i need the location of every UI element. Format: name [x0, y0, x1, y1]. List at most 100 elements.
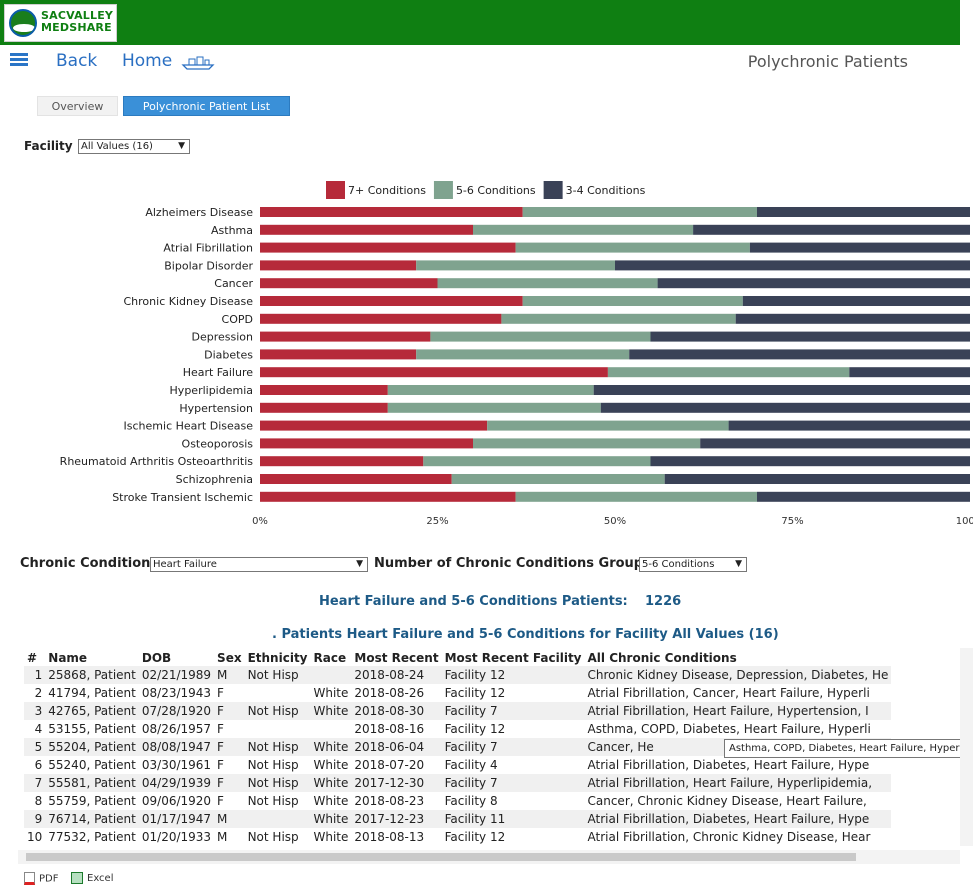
- bar-segment-0: [260, 224, 473, 235]
- table-cell: Chronic Kidney Disease, Depression, Diab…: [584, 666, 892, 684]
- export-excel-label: Excel: [87, 873, 114, 884]
- bar-segment-2: [700, 438, 970, 449]
- table-cell: Facility 12: [444, 686, 506, 700]
- table-row[interactable]: 1 25868, Patient 02/21/1989 M Not Hisp 2018-0…: [24, 666, 892, 684]
- table-cell: 55759, Patient: [48, 794, 136, 808]
- bar-segment-1: [473, 438, 701, 449]
- table-row[interactable]: 3 42765, Patient 07/28/1920 F Not Hisp White 2…: [24, 702, 892, 720]
- bar-segment-0: [260, 313, 502, 324]
- chronic-condition-select[interactable]: Heart Failure ▼: [150, 557, 368, 572]
- conditions-group-label: Number of Chronic Conditions Group: [374, 556, 644, 571]
- conditions-group-value: 5-6 Conditions: [642, 559, 715, 570]
- nav-bar: Back Home Polychronic Patients: [0, 45, 960, 77]
- table-cell: White: [313, 830, 349, 844]
- export-pdf-link[interactable]: PDF: [24, 872, 58, 885]
- legend-label-2: 3-4 Conditions: [566, 184, 646, 197]
- table-cell: 41794, Patient: [48, 686, 136, 700]
- category-label: Hyperlipidemia: [170, 384, 253, 397]
- bar-segment-2: [757, 491, 970, 502]
- hamburger-menu-icon[interactable]: [10, 53, 28, 67]
- table-cell: 9: [24, 810, 46, 828]
- table-cell: M: [214, 810, 245, 828]
- export-excel-link[interactable]: Excel: [71, 872, 114, 884]
- category-label: COPD: [222, 313, 253, 326]
- table-row[interactable]: 10 77532, Patient 01/20/1933 M Not Hisp White…: [24, 828, 891, 846]
- table-cell: 55240, Patient: [48, 758, 136, 772]
- tab-polychronic-patient-list[interactable]: Polychronic Patient List: [123, 96, 290, 116]
- table-row[interactable]: 2 41794, Patient 08/23/1943 F White 2018-08-2…: [24, 684, 891, 702]
- table-title: . Patients Heart Failure and 5-6 Conditi…: [272, 627, 779, 642]
- stacked-bar-chart: 7+ Conditions 5-6 Conditions 3-4 Condition…: [60, 181, 973, 527]
- table-row[interactable]: 4 53155, Patient 08/26/1957 F 2018-08-16 Faci…: [24, 720, 891, 738]
- table-cell: Not Hisp: [247, 794, 299, 808]
- table-cell: Facility 12: [441, 666, 585, 684]
- table-cell: 03/30/1961: [141, 758, 212, 772]
- category-label: Alzheimers Disease: [145, 206, 253, 219]
- dropdown-arrow-icon: ▼: [178, 141, 185, 151]
- table-cell: White: [313, 794, 349, 808]
- table-cell: White: [310, 810, 352, 828]
- table-cell: Facility 7: [441, 774, 585, 792]
- bar-segment-2: [629, 349, 970, 360]
- column-header[interactable]: Most Recent Facility: [442, 650, 585, 666]
- column-header[interactable]: #: [24, 650, 45, 666]
- table-cell: Atrial Fibrillation, Diabetes, Heart Fai…: [587, 758, 870, 772]
- bar-segment-2: [600, 402, 970, 413]
- table-cell: 08/23/1943: [141, 686, 212, 700]
- table-cell: 7: [24, 774, 46, 792]
- table-cell: 2017-12-23: [351, 810, 442, 828]
- back-link[interactable]: Back: [56, 51, 97, 71]
- table-cell: 5: [24, 738, 46, 756]
- column-header[interactable]: Name: [45, 650, 139, 666]
- table-cell: Atrial Fibrillation, Diabetes, Heart Fai…: [584, 810, 892, 828]
- table-cell: F: [217, 722, 224, 736]
- sacvalley-logo[interactable]: SACVALLEY MEDSHARE: [4, 4, 117, 42]
- table-cell: Facility 12: [444, 722, 506, 736]
- chronic-condition-label: Chronic Condition: [20, 556, 151, 571]
- table-cell: Facility 4: [444, 758, 498, 772]
- table-cell: 2018-08-23: [354, 794, 425, 808]
- table-cell: 10: [27, 830, 43, 844]
- scrollbar-thumb[interactable]: [26, 853, 856, 861]
- table-row[interactable]: 7 55581, Patient 04/29/1939 F Not Hisp White 2…: [24, 774, 892, 792]
- category-label: Heart Failure: [183, 366, 254, 379]
- table-cell: [245, 720, 311, 738]
- table-cell: 55581, Patient: [45, 774, 139, 792]
- category-label: Stroke Transient Ischemic: [112, 491, 253, 504]
- bar-segment-2: [757, 207, 970, 217]
- table-vertical-scrollbar[interactable]: [960, 648, 973, 846]
- home-link[interactable]: Home: [122, 51, 172, 71]
- table-cell: M: [217, 830, 228, 844]
- table-cell: Atrial Fibrillation, Heart Failure, Hype…: [584, 702, 892, 720]
- table-cell: White: [313, 758, 349, 772]
- table-cell: F: [214, 774, 245, 792]
- table-cell: 2: [34, 686, 43, 700]
- table-cell: Not Hisp: [244, 666, 311, 684]
- category-label: Diabetes: [204, 348, 253, 361]
- facility-select[interactable]: All Values (16) ▼: [78, 139, 190, 154]
- table-row[interactable]: 9 76714, Patient 01/17/1947 M White 2017-12-2…: [24, 810, 892, 828]
- table-cell: White: [313, 686, 349, 700]
- bar-segment-2: [657, 278, 970, 289]
- conditions-group-select[interactable]: 5-6 Conditions ▼: [639, 557, 747, 572]
- bar-segment-1: [430, 331, 651, 342]
- table-cell: Atrial Fibrillation, Chronic Kidney Dise…: [587, 830, 871, 844]
- excel-icon: [71, 872, 83, 884]
- column-header[interactable]: Race: [311, 650, 352, 666]
- table-cell: Asthma, COPD, Diabetes, Heart Failure, H…: [587, 722, 871, 736]
- ship-icon[interactable]: [181, 54, 215, 70]
- column-header[interactable]: DOB: [139, 650, 214, 666]
- table-horizontal-scrollbar[interactable]: [18, 850, 960, 864]
- column-header[interactable]: All Chronic Conditions: [585, 650, 892, 666]
- bar-segment-0: [260, 296, 523, 306]
- table-cell: F: [214, 738, 245, 756]
- tab-overview[interactable]: Overview: [37, 96, 118, 116]
- column-header[interactable]: Most Recent: [351, 650, 441, 666]
- bar-segment-2: [664, 474, 970, 484]
- table-row[interactable]: 8 55759, Patient 09/06/1920 F Not Hisp White 2…: [24, 792, 891, 810]
- table-cell: 8: [34, 794, 43, 808]
- column-header[interactable]: Sex: [214, 650, 245, 666]
- bar-segment-1: [607, 367, 850, 378]
- table-row[interactable]: 6 55240, Patient 03/30/1961 F Not Hisp White 2…: [24, 756, 891, 774]
- column-header[interactable]: Ethnicity: [245, 650, 311, 666]
